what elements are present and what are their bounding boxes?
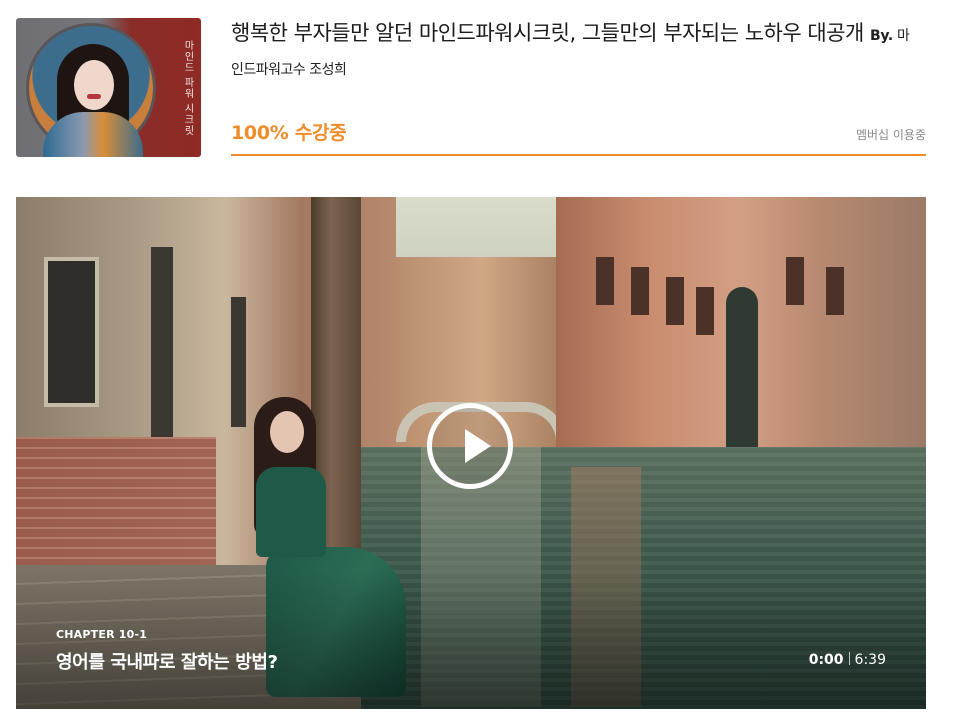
course-title-block: 행복한 부자들만 알던 마인드파워시크릿, 그들만의 부자되는 노하우 대공개 …	[231, 18, 921, 86]
time-display: 0:00 6:39	[809, 652, 886, 668]
lesson-title: 영어를 국내파로 잘하는 방법?	[56, 652, 278, 673]
course-title: 행복한 부자들만 알던 마인드파워시크릿, 그들만의 부자되는 노하우 대공개 …	[231, 18, 921, 86]
duration: 6:39	[854, 652, 886, 668]
current-time: 0:00	[808, 652, 844, 668]
membership-status: 멤버십 이용중	[855, 128, 926, 142]
thumbnail-caption: 마인드 파워 시크릿	[182, 40, 193, 137]
caption-gradient	[16, 569, 926, 709]
course-title-text: 행복한 부자들만 알던 마인드파워시크릿, 그들만의 부자되는 노하우 대공개	[231, 21, 864, 45]
time-divider	[848, 652, 850, 665]
progress-row: 100% 수강중 멤버십 이용중	[231, 112, 926, 156]
by-label: By.	[870, 28, 893, 44]
video-player[interactable]: CHAPTER 10-1 영어를 국내파로 잘하는 방법? 0:00 6:39	[16, 197, 926, 709]
play-button[interactable]	[427, 403, 513, 489]
course-thumbnail[interactable]: 마인드 파워 시크릿	[16, 18, 201, 157]
progress-status: 100% 수강중	[231, 122, 347, 144]
instructor-photo	[26, 23, 156, 157]
play-icon	[465, 429, 491, 463]
chapter-label: CHAPTER 10-1	[56, 628, 148, 641]
